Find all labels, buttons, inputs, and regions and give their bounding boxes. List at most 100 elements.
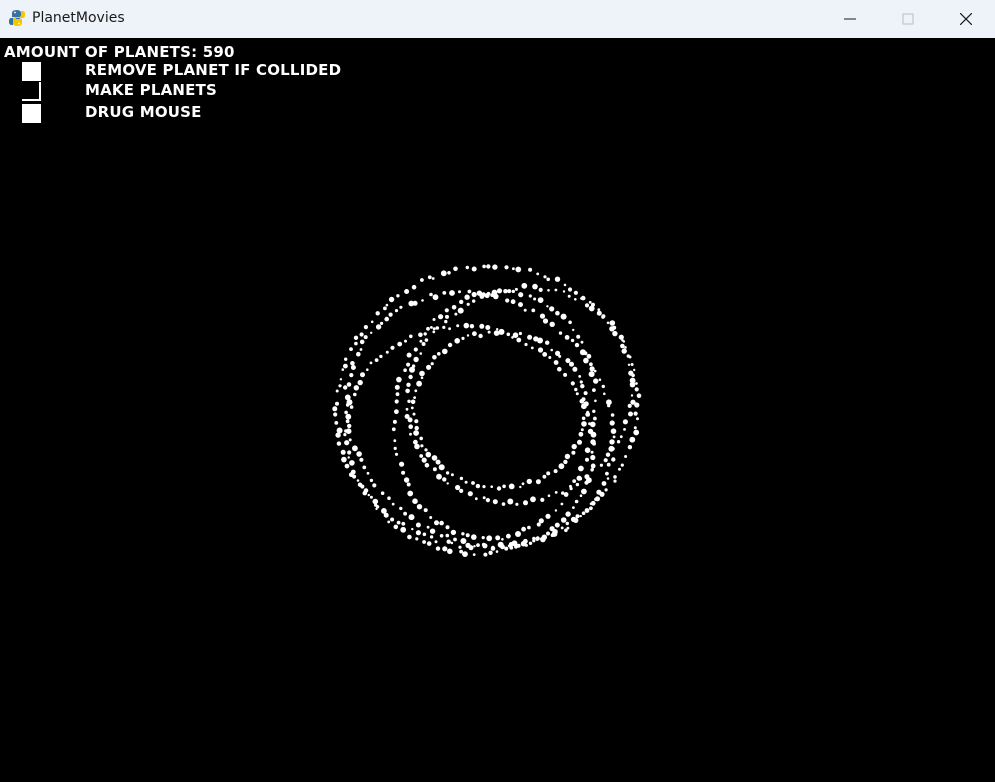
planet-dot bbox=[380, 321, 384, 325]
planet-dot bbox=[482, 485, 486, 489]
planet-dot bbox=[601, 315, 605, 319]
planet-dot bbox=[543, 275, 547, 279]
planet-dot bbox=[574, 298, 577, 301]
planet-dot bbox=[385, 350, 389, 354]
planet-dot bbox=[554, 491, 558, 494]
planet-dot bbox=[545, 340, 550, 345]
simulation-canvas[interactable]: AMOUNT OF PLANETS: 590 REMOVE PLANET IF … bbox=[0, 38, 995, 782]
planet-dot bbox=[460, 538, 467, 544]
planet-dot bbox=[549, 526, 555, 532]
planet-dot bbox=[394, 409, 399, 415]
planet-dot bbox=[613, 475, 617, 479]
planet-dot bbox=[456, 324, 460, 328]
planet-dot bbox=[609, 320, 616, 326]
planet-dot bbox=[363, 335, 368, 340]
planet-dot bbox=[422, 540, 426, 544]
planet-dot bbox=[406, 382, 411, 387]
planet-dot bbox=[431, 455, 438, 461]
planet-dot bbox=[346, 414, 351, 420]
planet-dot bbox=[627, 363, 631, 366]
close-button[interactable] bbox=[937, 0, 995, 38]
planet-dot bbox=[579, 494, 583, 498]
planet-dot bbox=[426, 541, 432, 546]
planet-dot bbox=[630, 399, 636, 405]
planet-dot bbox=[601, 384, 605, 389]
planet-dot bbox=[457, 307, 464, 314]
planet-dot bbox=[573, 517, 579, 523]
planet-dot bbox=[404, 339, 407, 343]
planet-dot bbox=[370, 331, 373, 334]
planet-dot bbox=[616, 440, 621, 444]
planet-dot bbox=[531, 308, 536, 313]
planet-dot bbox=[620, 343, 625, 349]
planet-dot bbox=[394, 384, 400, 390]
planet-dot bbox=[366, 471, 370, 475]
planet-dot bbox=[424, 338, 429, 342]
planet-dot bbox=[498, 331, 502, 335]
planet-dot bbox=[550, 348, 553, 352]
planet-dot bbox=[394, 399, 399, 404]
planet-dot bbox=[396, 376, 402, 383]
planet-dot bbox=[496, 328, 499, 331]
planet-dot bbox=[574, 499, 579, 504]
planet-dot bbox=[521, 482, 525, 486]
planet-dot bbox=[403, 368, 407, 373]
planet-dot bbox=[344, 394, 351, 401]
planet-dot bbox=[578, 431, 584, 437]
planet-dot bbox=[579, 514, 582, 518]
planet-dot bbox=[560, 526, 564, 530]
planet-dot bbox=[446, 482, 449, 485]
planet-dot bbox=[463, 322, 470, 329]
planet-dot bbox=[375, 324, 382, 330]
planet-dot bbox=[344, 440, 350, 446]
planet-dot bbox=[560, 517, 567, 523]
planet-dot bbox=[623, 428, 626, 431]
planet-dot bbox=[609, 439, 615, 445]
planet-dot bbox=[345, 419, 350, 424]
planet-dot bbox=[411, 364, 416, 368]
planet-dot bbox=[570, 338, 575, 343]
planet-dot bbox=[473, 545, 476, 548]
planet-dot bbox=[396, 294, 400, 298]
planet-dot bbox=[481, 536, 485, 540]
planet-dot bbox=[526, 478, 532, 485]
planet-dot bbox=[362, 465, 367, 470]
planet-dot bbox=[503, 289, 508, 294]
planet-dot bbox=[439, 534, 444, 538]
planet-dot bbox=[350, 361, 355, 366]
planet-dot bbox=[429, 535, 434, 539]
planet-dot bbox=[550, 533, 555, 537]
planet-dot bbox=[567, 287, 573, 292]
planet-dot bbox=[581, 511, 586, 515]
planet-dot bbox=[413, 347, 418, 352]
planet-dot bbox=[546, 277, 550, 282]
planet-dot bbox=[444, 308, 449, 313]
planet-dot bbox=[568, 320, 572, 325]
planet-dot bbox=[589, 366, 595, 372]
title-bar[interactable]: PlanetMovies bbox=[0, 0, 995, 38]
planet-dot bbox=[516, 337, 522, 343]
planet-dot bbox=[633, 429, 640, 436]
planet-dot bbox=[581, 421, 587, 427]
planet-dot bbox=[442, 348, 448, 355]
planet-dot bbox=[542, 352, 548, 357]
planet-dot bbox=[491, 289, 498, 296]
planet-dot bbox=[399, 506, 403, 511]
planet-dot bbox=[523, 500, 528, 506]
planet-dot bbox=[390, 517, 395, 522]
planet-dot bbox=[502, 484, 506, 489]
planet-dot bbox=[420, 444, 424, 448]
planet-dot bbox=[493, 330, 500, 336]
planet-dot bbox=[601, 481, 607, 486]
planet-dot bbox=[496, 288, 503, 294]
planet-dot bbox=[411, 527, 414, 531]
planet-dot bbox=[546, 305, 549, 308]
planet-dot bbox=[605, 452, 611, 457]
planet-dot bbox=[478, 333, 483, 339]
planet-dot bbox=[363, 325, 368, 330]
minimize-button[interactable] bbox=[821, 0, 879, 38]
planet-dot bbox=[426, 525, 430, 529]
planet-dot bbox=[515, 531, 521, 537]
planet-dot bbox=[380, 491, 385, 496]
maximize-button[interactable] bbox=[879, 0, 937, 38]
